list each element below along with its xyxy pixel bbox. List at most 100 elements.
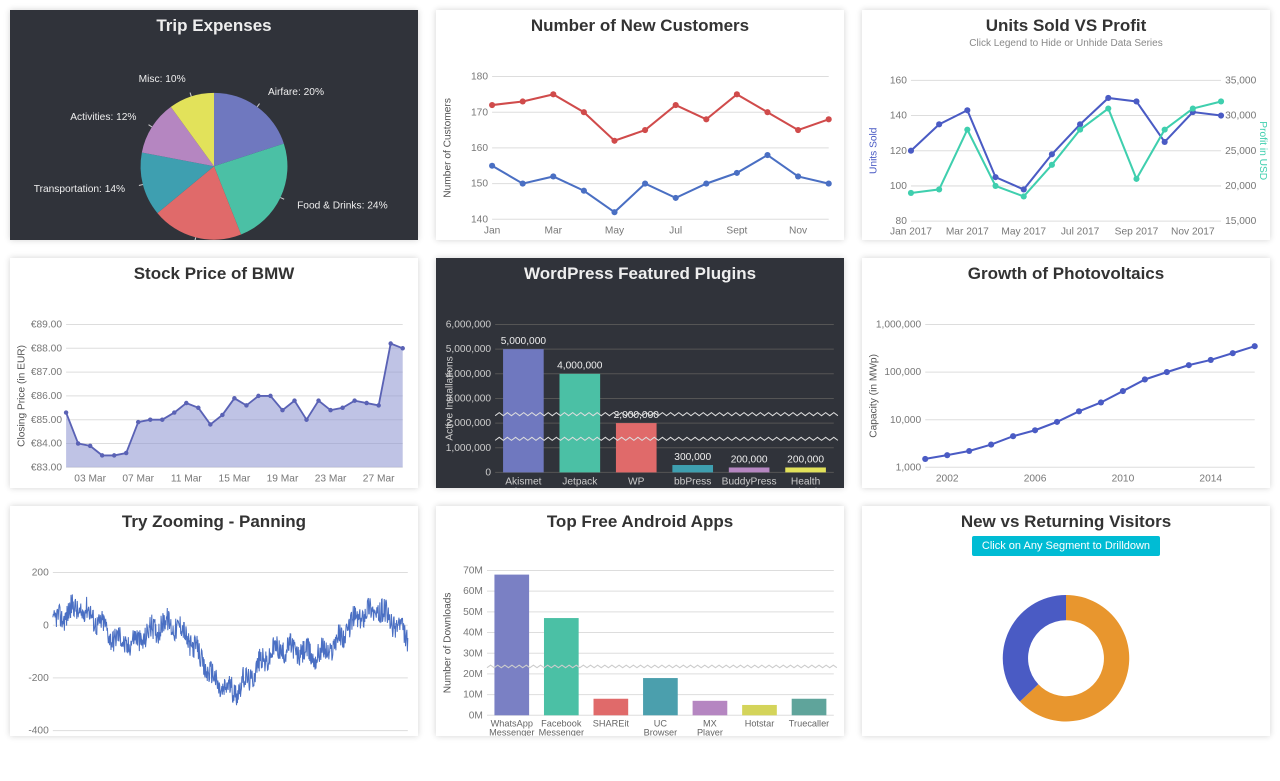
data-point[interactable] (1098, 399, 1104, 405)
data-point[interactable] (908, 148, 914, 154)
data-point[interactable] (184, 401, 188, 405)
data-point[interactable] (992, 183, 998, 189)
data-point[interactable] (364, 401, 368, 405)
data-point[interactable] (136, 420, 140, 424)
data-point[interactable] (581, 188, 587, 194)
data-point[interactable] (489, 102, 495, 108)
line-new-customers[interactable]: 140150160170180Number of CustomersJanMar… (436, 38, 844, 240)
bar[interactable] (503, 349, 544, 472)
data-point[interactable] (316, 398, 320, 402)
data-point[interactable] (936, 186, 942, 192)
line-zoom-pan[interactable]: -400-2000200010,00020,00030,00040,000 (10, 534, 418, 736)
drilldown-button[interactable]: Click on Any Segment to Drilldown (972, 536, 1160, 556)
data-point[interactable] (611, 209, 617, 215)
data-point[interactable] (1076, 408, 1082, 414)
data-point[interactable] (581, 109, 587, 115)
data-point[interactable] (988, 442, 994, 448)
line-units-profit[interactable]: 8010012014016015,00020,00025,00030,00035… (862, 49, 1270, 240)
data-point[interactable] (1120, 388, 1126, 394)
data-point[interactable] (1133, 176, 1139, 182)
data-point[interactable] (148, 417, 152, 421)
data-point[interactable] (352, 398, 356, 402)
data-point[interactable] (1105, 105, 1111, 111)
data-point[interactable] (764, 109, 770, 115)
bar[interactable] (792, 699, 827, 716)
data-point[interactable] (400, 346, 404, 350)
data-point[interactable] (1021, 186, 1027, 192)
data-point[interactable] (826, 181, 832, 187)
data-point[interactable] (1049, 162, 1055, 168)
data-point[interactable] (966, 448, 972, 454)
line-photovoltaics[interactable]: 1,00010,000100,0001,000,000Capacity (in … (862, 286, 1270, 488)
data-point[interactable] (1021, 193, 1027, 199)
data-point[interactable] (88, 444, 92, 448)
bar[interactable] (494, 575, 529, 716)
data-point[interactable] (256, 394, 260, 398)
data-point[interactable] (703, 116, 709, 122)
data-point[interactable] (642, 127, 648, 133)
data-point[interactable] (1010, 433, 1016, 439)
data-point[interactable] (1190, 105, 1196, 111)
series-line[interactable] (492, 94, 829, 140)
series-line[interactable] (925, 346, 1254, 459)
bar[interactable] (729, 467, 770, 472)
data-point[interactable] (376, 403, 380, 407)
data-point[interactable] (734, 170, 740, 176)
data-point[interactable] (268, 394, 272, 398)
area-fill[interactable] (66, 344, 403, 468)
data-point[interactable] (388, 341, 392, 345)
data-point[interactable] (795, 127, 801, 133)
data-point[interactable] (908, 190, 914, 196)
data-point[interactable] (944, 452, 950, 458)
data-point[interactable] (489, 163, 495, 169)
bar-android-apps[interactable]: 0M10M20M30M40M50M60M70MNumber of Downloa… (436, 534, 844, 736)
data-point[interactable] (795, 173, 801, 179)
bar[interactable] (742, 705, 777, 715)
data-point[interactable] (196, 406, 200, 410)
data-point[interactable] (1077, 121, 1083, 127)
bar-wp-plugins[interactable]: 01,000,0002,000,0003,000,0004,000,0005,0… (436, 286, 844, 488)
data-point[interactable] (1054, 419, 1060, 425)
bar[interactable] (693, 701, 728, 715)
pie-slice[interactable] (1003, 595, 1066, 702)
series-line[interactable] (53, 594, 408, 705)
bar[interactable] (560, 374, 601, 473)
data-point[interactable] (1162, 139, 1168, 145)
data-point[interactable] (550, 173, 556, 179)
data-point[interactable] (703, 181, 709, 187)
data-point[interactable] (550, 91, 556, 97)
data-point[interactable] (1186, 362, 1192, 368)
data-point[interactable] (76, 441, 80, 445)
data-point[interactable] (64, 410, 68, 414)
data-point[interactable] (964, 127, 970, 133)
data-point[interactable] (1164, 369, 1170, 375)
data-point[interactable] (964, 107, 970, 113)
data-point[interactable] (244, 403, 248, 407)
data-point[interactable] (160, 417, 164, 421)
bar[interactable] (672, 465, 713, 472)
data-point[interactable] (280, 408, 284, 412)
data-point[interactable] (1133, 98, 1139, 104)
bar[interactable] (594, 699, 629, 716)
data-point[interactable] (208, 422, 212, 426)
data-point[interactable] (328, 408, 332, 412)
data-point[interactable] (642, 181, 648, 187)
data-point[interactable] (1105, 95, 1111, 101)
data-point[interactable] (520, 98, 526, 104)
data-point[interactable] (1218, 112, 1224, 118)
data-point[interactable] (764, 152, 770, 158)
data-point[interactable] (734, 91, 740, 97)
data-point[interactable] (124, 451, 128, 455)
data-point[interactable] (1142, 376, 1148, 382)
area-bmw-stock[interactable]: €83.00€84.00€85.00€86.00€87.00€88.00€89.… (10, 286, 418, 488)
data-point[interactable] (936, 121, 942, 127)
series-line[interactable] (911, 98, 1221, 189)
data-point[interactable] (112, 453, 116, 457)
data-point[interactable] (340, 406, 344, 410)
data-point[interactable] (1077, 127, 1083, 133)
bar[interactable] (643, 678, 678, 715)
data-point[interactable] (1049, 151, 1055, 157)
data-point[interactable] (304, 417, 308, 421)
data-point[interactable] (520, 181, 526, 187)
data-point[interactable] (1218, 98, 1224, 104)
